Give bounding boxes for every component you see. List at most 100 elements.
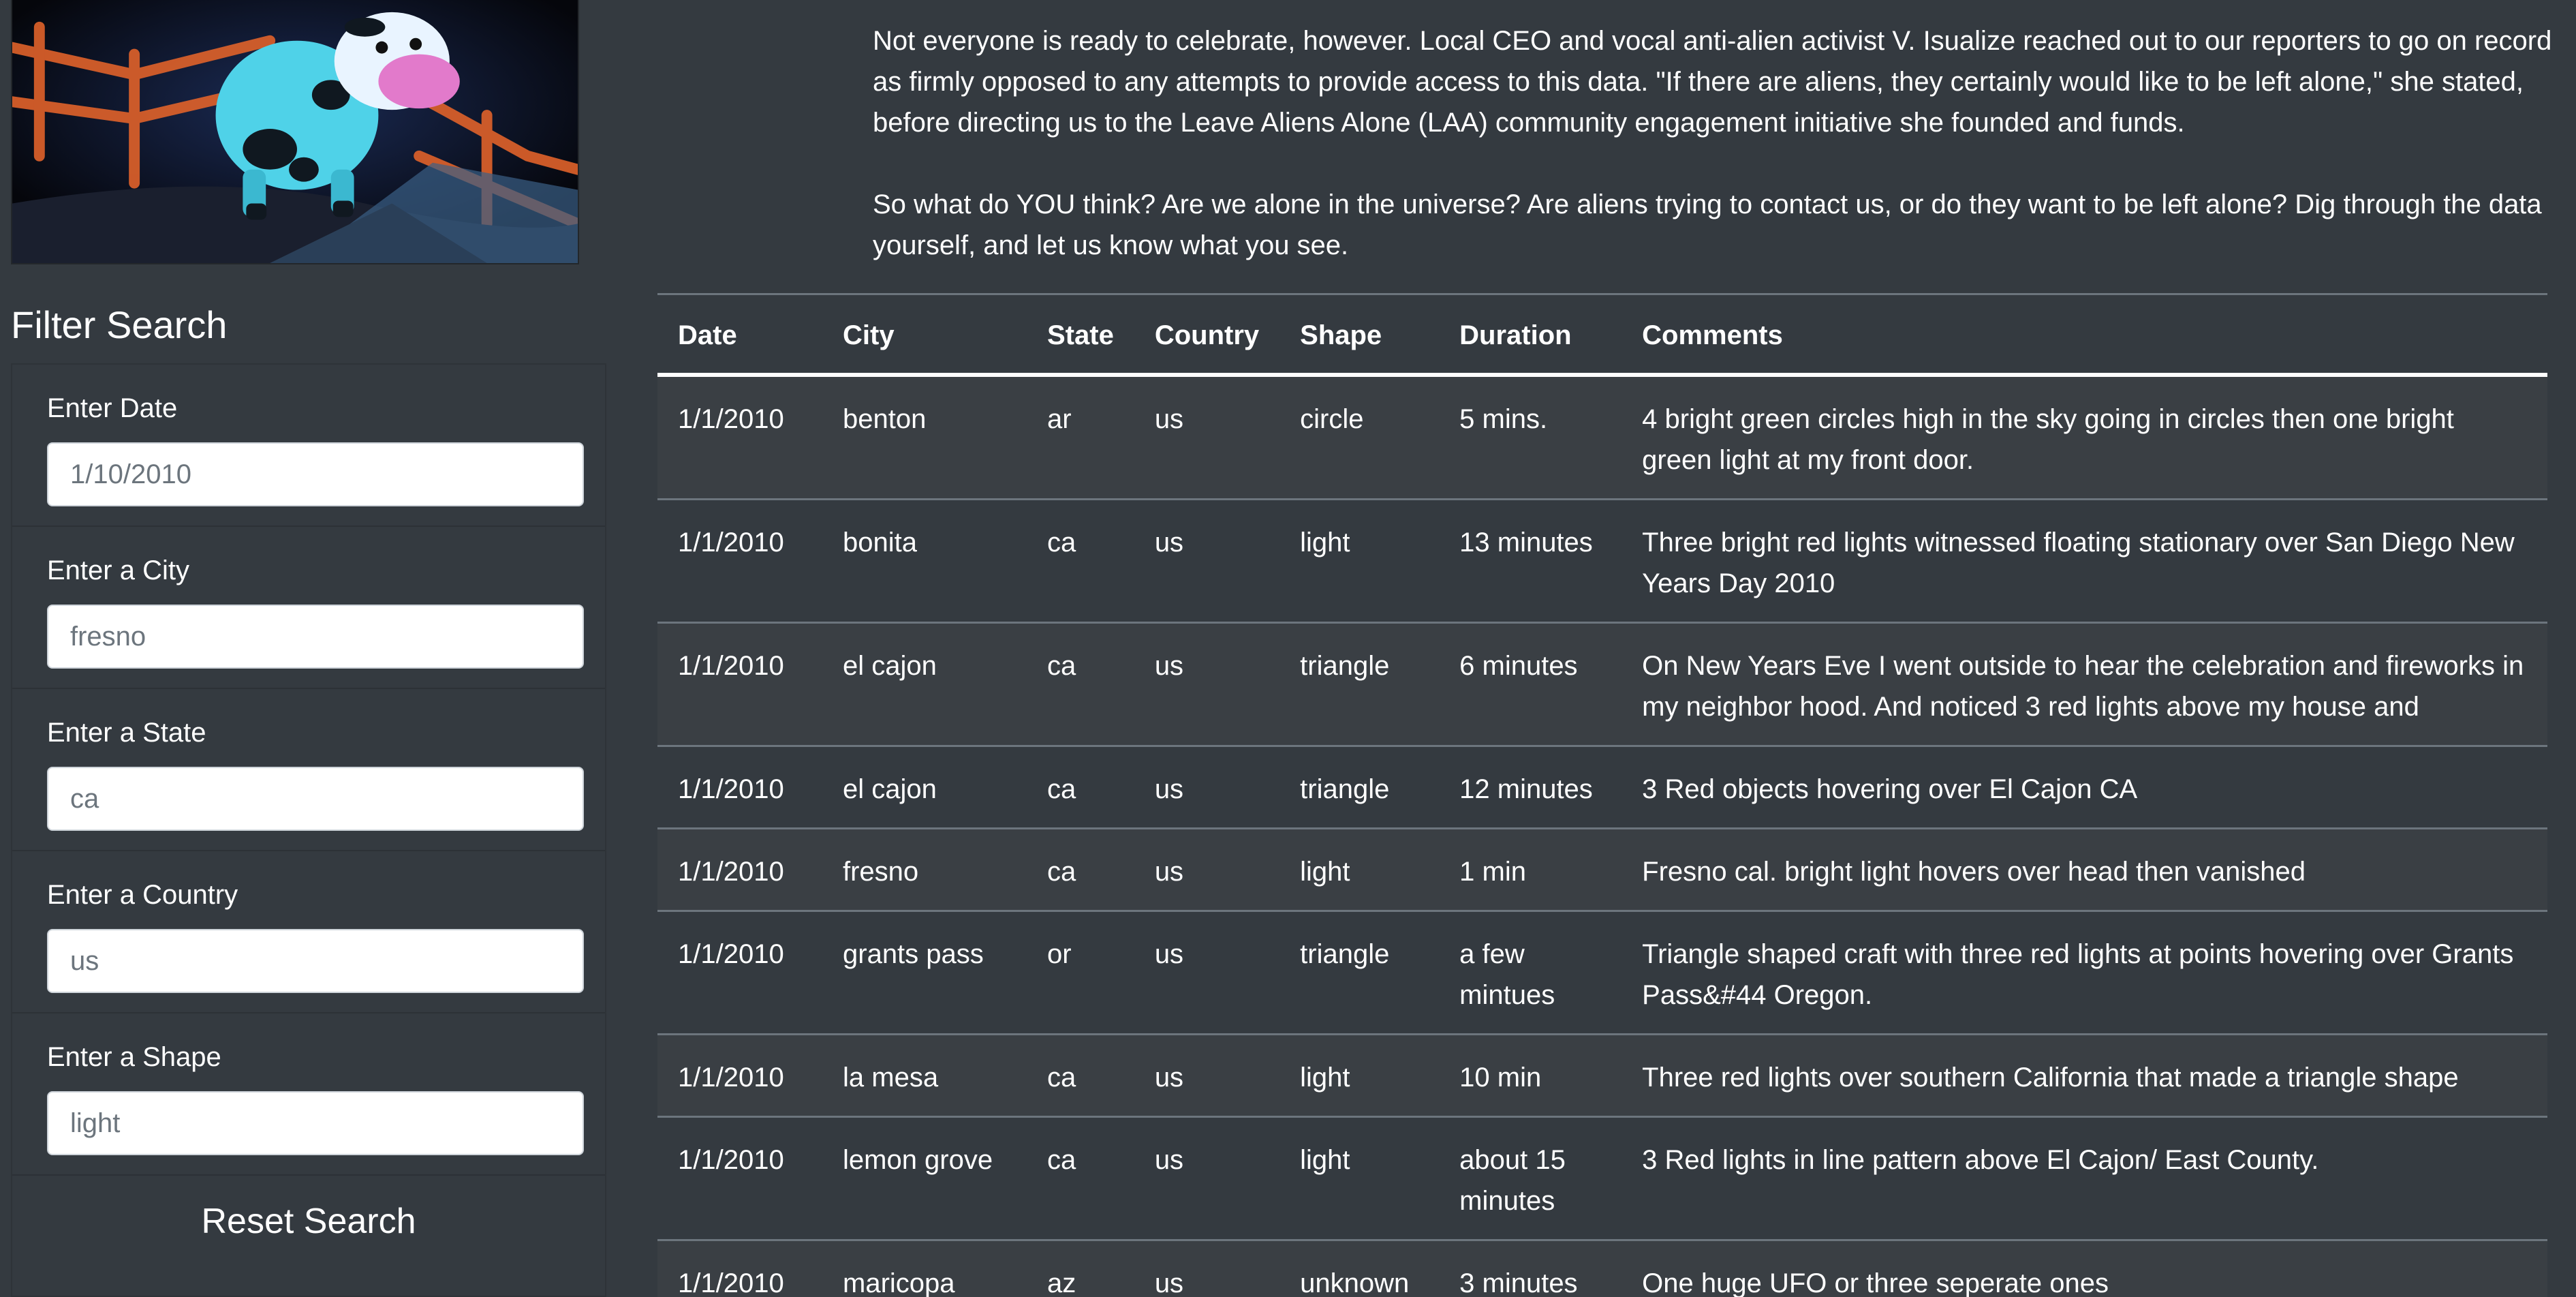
table-row: 1/1/2010 bonita ca us light 13 minutes T… bbox=[657, 499, 2547, 624]
cell-shape: circle bbox=[1279, 375, 1440, 500]
cell-date: 1/1/2010 bbox=[657, 1034, 822, 1118]
shape-input[interactable] bbox=[47, 1091, 584, 1155]
cell-comments: One huge UFO or three seperate ones bbox=[1621, 1240, 2547, 1297]
cell-state: az bbox=[1027, 1240, 1134, 1297]
cell-comments: 4 bright green circles high in the sky g… bbox=[1621, 375, 2547, 500]
cell-comments: Fresno cal. bright light hovers over hea… bbox=[1621, 828, 2547, 912]
filter-state: Enter a State bbox=[12, 689, 605, 851]
cell-state: or bbox=[1027, 911, 1134, 1035]
cell-country: us bbox=[1134, 1116, 1280, 1241]
cell-state: ca bbox=[1027, 499, 1134, 624]
cell-date: 1/1/2010 bbox=[657, 1240, 822, 1297]
state-input[interactable] bbox=[47, 767, 584, 831]
hero-image bbox=[11, 0, 579, 264]
cell-country: us bbox=[1134, 622, 1280, 747]
cell-country: us bbox=[1134, 499, 1280, 624]
cell-comments: Triangle shaped craft with three red lig… bbox=[1621, 911, 2547, 1035]
cell-shape: unknown bbox=[1279, 1240, 1440, 1297]
country-input[interactable] bbox=[47, 929, 584, 993]
cell-date: 1/1/2010 bbox=[657, 911, 822, 1035]
cell-city: benton bbox=[822, 375, 1027, 500]
cell-date: 1/1/2010 bbox=[657, 375, 822, 500]
city-label: Enter a City bbox=[47, 555, 189, 585]
table-row: 1/1/2010 el cajon ca us triangle 12 minu… bbox=[657, 746, 2547, 829]
cell-state: ca bbox=[1027, 622, 1134, 747]
header-city: City bbox=[822, 295, 1027, 377]
filter-country: Enter a Country bbox=[12, 851, 605, 1013]
cell-city: la mesa bbox=[822, 1034, 1027, 1118]
table-header-row: Date City State Country Shape Duration C… bbox=[657, 295, 2547, 377]
cell-city: el cajon bbox=[822, 746, 1027, 829]
intro-paragraph-2: So what do YOU think? Are we alone in th… bbox=[873, 189, 2542, 260]
country-label: Enter a Country bbox=[47, 880, 238, 910]
cell-state: ca bbox=[1027, 746, 1134, 829]
header-date: Date bbox=[657, 295, 822, 377]
cell-duration: 10 min bbox=[1439, 1034, 1622, 1118]
table-row: 1/1/2010 maricopa az us unknown 3 minute… bbox=[657, 1240, 2547, 1297]
cell-date: 1/1/2010 bbox=[657, 746, 822, 829]
cell-shape: light bbox=[1279, 828, 1440, 912]
filter-shape: Enter a Shape bbox=[12, 1013, 605, 1176]
cell-city: fresno bbox=[822, 828, 1027, 912]
state-label: Enter a State bbox=[47, 718, 206, 748]
filter-date: Enter Date bbox=[12, 365, 605, 527]
header-comments: Comments bbox=[1621, 295, 2547, 377]
date-input[interactable] bbox=[47, 442, 584, 506]
header-shape: Shape bbox=[1279, 295, 1440, 377]
header-country: Country bbox=[1134, 295, 1280, 377]
cell-state: ar bbox=[1027, 375, 1134, 500]
cell-city: maricopa bbox=[822, 1240, 1027, 1297]
cell-country: us bbox=[1134, 746, 1280, 829]
filter-title: Filter Search bbox=[11, 303, 228, 346]
cell-date: 1/1/2010 bbox=[657, 828, 822, 912]
cell-duration: a few mintues bbox=[1439, 911, 1622, 1035]
filter-panel: Enter Date Enter a City Enter a State En… bbox=[11, 363, 606, 1297]
cell-city: lemon grove bbox=[822, 1116, 1027, 1241]
shape-label: Enter a Shape bbox=[47, 1042, 221, 1072]
cell-country: us bbox=[1134, 828, 1280, 912]
cell-shape: light bbox=[1279, 1116, 1440, 1241]
table-row: 1/1/2010 fresno ca us light 1 min Fresno… bbox=[657, 828, 2547, 912]
filter-city: Enter a City bbox=[12, 527, 605, 689]
cell-comments: Three red lights over southern Californi… bbox=[1621, 1034, 2547, 1118]
table-row: 1/1/2010 grants pass or us triangle a fe… bbox=[657, 911, 2547, 1035]
cell-country: us bbox=[1134, 1034, 1280, 1118]
cell-state: ca bbox=[1027, 1116, 1134, 1241]
cell-shape: triangle bbox=[1279, 746, 1440, 829]
cell-city: el cajon bbox=[822, 622, 1027, 747]
cell-shape: triangle bbox=[1279, 622, 1440, 747]
header-state: State bbox=[1027, 295, 1134, 377]
intro-text: Not everyone is ready to celebrate, howe… bbox=[873, 20, 2556, 266]
cell-country: us bbox=[1134, 1240, 1280, 1297]
cow-illustration bbox=[12, 0, 578, 263]
cell-state: ca bbox=[1027, 1034, 1134, 1118]
cell-duration: 5 mins. bbox=[1439, 375, 1622, 500]
ufo-table-container: Date City State Country Shape Duration C… bbox=[657, 293, 2547, 1297]
table-row: 1/1/2010 benton ar us circle 5 mins. 4 b… bbox=[657, 375, 2547, 500]
cell-date: 1/1/2010 bbox=[657, 1116, 822, 1241]
table-row: 1/1/2010 el cajon ca us triangle 6 minut… bbox=[657, 622, 2547, 747]
cell-duration: 6 minutes bbox=[1439, 622, 1622, 747]
cell-city: grants pass bbox=[822, 911, 1027, 1035]
cell-date: 1/1/2010 bbox=[657, 622, 822, 747]
table-body: 1/1/2010 benton ar us circle 5 mins. 4 b… bbox=[657, 375, 2547, 1297]
cell-date: 1/1/2010 bbox=[657, 499, 822, 624]
city-input[interactable] bbox=[47, 605, 584, 669]
cell-comments: On New Years Eve I went outside to hear … bbox=[1621, 622, 2547, 747]
ufo-table: Date City State Country Shape Duration C… bbox=[657, 295, 2547, 1297]
cell-city: bonita bbox=[822, 499, 1027, 624]
header-duration: Duration bbox=[1439, 295, 1622, 377]
cell-shape: triangle bbox=[1279, 911, 1440, 1035]
date-label: Enter Date bbox=[47, 393, 178, 423]
cell-comments: 3 Red objects hovering over El Cajon CA bbox=[1621, 746, 2547, 829]
table-row: 1/1/2010 la mesa ca us light 10 min Thre… bbox=[657, 1034, 2547, 1118]
cell-state: ca bbox=[1027, 828, 1134, 912]
cell-comments: Three bright red lights witnessed floati… bbox=[1621, 499, 2547, 624]
cell-country: us bbox=[1134, 911, 1280, 1035]
cell-duration: 3 minutes bbox=[1439, 1240, 1622, 1297]
cell-duration: 1 min bbox=[1439, 828, 1622, 912]
cell-duration: 13 minutes bbox=[1439, 499, 1622, 624]
cell-shape: light bbox=[1279, 1034, 1440, 1118]
reset-search-button[interactable]: Reset Search bbox=[12, 1174, 605, 1269]
cell-country: us bbox=[1134, 375, 1280, 500]
